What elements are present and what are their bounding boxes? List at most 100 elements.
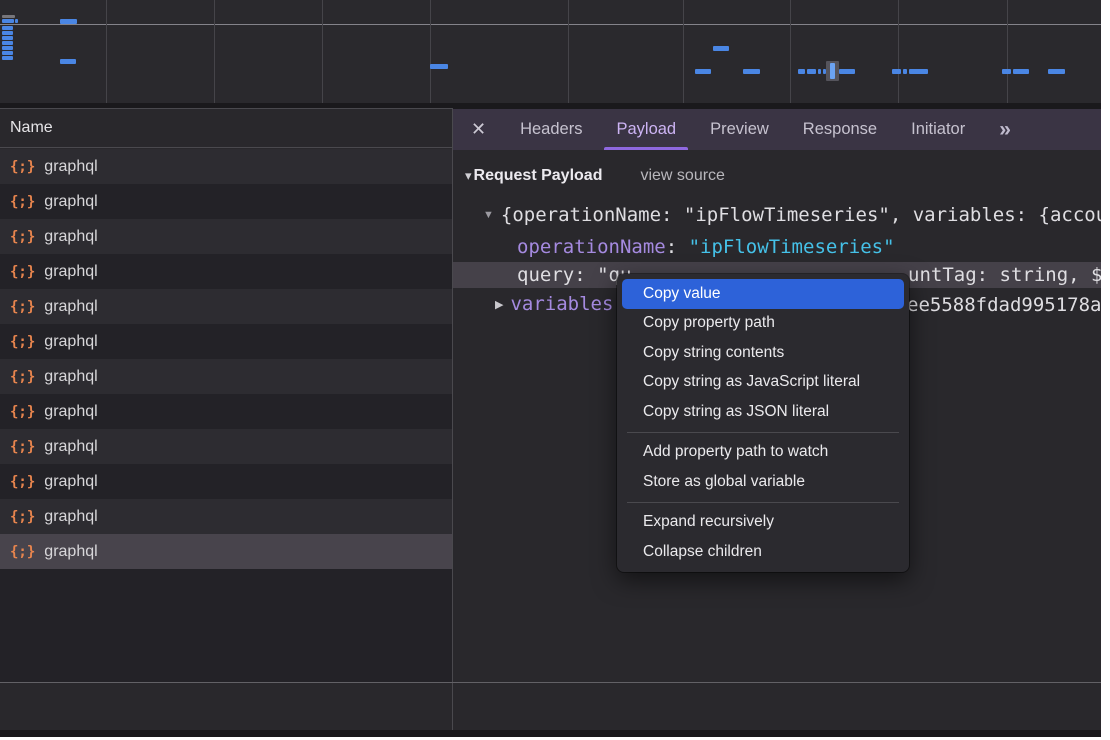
network-bar	[743, 69, 760, 74]
fetch-xhr-icon: {;}	[10, 509, 35, 525]
request-name: graphql	[44, 228, 97, 246]
request-row[interactable]: {;}graphql	[0, 254, 452, 289]
network-bar	[1013, 69, 1029, 74]
tab-headers[interactable]: Headers	[520, 109, 582, 150]
json-root-row[interactable]: ▼ {operationName: "ipFlowTimeseries", va…	[483, 203, 1101, 227]
network-bar	[2, 51, 13, 55]
collapse-arrow-icon[interactable]: ▼	[483, 209, 494, 221]
network-bar	[818, 69, 821, 74]
fetch-xhr-icon: {;}	[10, 194, 35, 210]
section-title: Request Payload	[474, 167, 603, 185]
network-bar	[2, 41, 13, 45]
network-bar	[695, 69, 711, 74]
close-icon[interactable]: ✕	[471, 109, 486, 150]
timeline-gridline	[214, 0, 215, 103]
request-name: graphql	[44, 403, 97, 421]
expand-arrow-icon[interactable]: ▶	[495, 298, 503, 311]
context-menu-item[interactable]: Copy property path	[617, 309, 909, 339]
fetch-xhr-icon: {;}	[10, 439, 35, 455]
request-row[interactable]: {;} graphql	[0, 184, 452, 219]
colon: :	[666, 236, 689, 258]
fetch-xhr-icon: {;}	[10, 369, 35, 385]
request-row[interactable]: {;} graphql	[0, 429, 452, 464]
context-menu-item[interactable]: Copy string contents	[617, 338, 909, 368]
network-bar	[830, 63, 835, 79]
network-bar	[60, 19, 77, 24]
property-value: "ipFlowTimeseries"	[689, 236, 895, 258]
context-menu-item[interactable]: Copy value	[622, 279, 904, 309]
request-row[interactable]: {;}graphql	[0, 499, 452, 534]
network-bar	[2, 19, 14, 23]
more-tabs-icon[interactable]: »	[999, 118, 1009, 142]
network-bar	[839, 69, 855, 74]
timeline-horizontal-gridline	[0, 24, 1101, 25]
tab-payload[interactable]: Payload	[616, 109, 676, 150]
request-row[interactable]: {;}graphql	[0, 289, 452, 324]
context-menu-item[interactable]: Collapse children	[617, 537, 909, 567]
footer-separator	[0, 682, 1101, 683]
timeline-gridline	[683, 0, 684, 103]
network-bar	[60, 59, 76, 64]
network-bar	[903, 69, 907, 74]
network-bar	[430, 64, 448, 69]
request-row[interactable]: {;} graphql	[0, 219, 452, 254]
name-column-label: Name	[10, 119, 53, 137]
request-row[interactable]: {;}graphql	[0, 359, 452, 394]
tab-response[interactable]: Response	[803, 109, 877, 150]
request-name: graphql	[44, 473, 97, 491]
network-bar	[798, 69, 805, 74]
context-menu-item[interactable]: Copy string as JavaScript literal	[617, 368, 909, 398]
fetch-xhr-icon: {;}	[10, 159, 35, 175]
request-name: graphql	[44, 438, 97, 456]
timeline-gridline	[1007, 0, 1008, 103]
timeline-gridline	[568, 0, 569, 103]
network-bar	[2, 46, 13, 50]
section-collapse-icon[interactable]: ▾	[465, 168, 472, 184]
timeline-gridline	[430, 0, 431, 103]
view-source-link[interactable]: view source	[640, 167, 724, 185]
fetch-xhr-icon: {;}	[10, 334, 35, 350]
request-name: graphql	[44, 263, 97, 281]
request-name: graphql	[44, 298, 97, 316]
timeline-gridline	[322, 0, 323, 103]
network-bar	[909, 69, 928, 74]
property-key: operationName	[517, 236, 666, 258]
request-row[interactable]: {;}graphql	[0, 464, 452, 499]
network-bar	[2, 26, 13, 30]
tab-preview[interactable]: Preview	[710, 109, 769, 150]
request-name: graphql	[44, 193, 97, 211]
timeline-gridline	[898, 0, 899, 103]
request-payload-section[interactable]: ▾ Request Payload view source	[465, 163, 725, 189]
tab-initiator[interactable]: Initiator	[911, 109, 965, 150]
request-name: graphql	[44, 158, 97, 176]
network-bar	[2, 15, 15, 18]
network-bar	[713, 46, 729, 51]
request-row[interactable]: {;} graphql	[0, 394, 452, 429]
window-bottom-edge	[0, 730, 1101, 737]
request-row[interactable]: {;} graphql	[0, 534, 452, 569]
fetch-xhr-icon: {;}	[10, 404, 35, 420]
network-bar	[2, 31, 13, 35]
network-overview-timeline[interactable]	[0, 0, 1101, 109]
fetch-xhr-icon: {;}	[10, 229, 35, 245]
operation-name-row[interactable]: operationName: "ipFlowTimeseries"	[517, 235, 1101, 259]
devtools-window: Name {;} graphql {;} graphql {;} graphql {;} gr…	[0, 0, 1110, 740]
fetch-xhr-icon: {;}	[10, 544, 35, 560]
context-menu-item[interactable]: Store as global variable	[617, 467, 909, 497]
property-key: variables	[510, 293, 613, 315]
menu-separator	[627, 502, 899, 503]
context-menu-item[interactable]: Expand recursively	[617, 508, 909, 538]
network-bar	[1002, 69, 1011, 74]
request-row[interactable]: {;} graphql	[0, 149, 452, 184]
network-bar	[2, 56, 13, 60]
network-bar	[1048, 69, 1065, 74]
request-row[interactable]: {;}graphql	[0, 324, 452, 359]
json-root-preview: {operationName: "ipFlowTimeseries", vari…	[501, 204, 1101, 226]
query-text-right: untTag: string, $f	[908, 263, 1101, 287]
name-column-header[interactable]: Name	[0, 108, 452, 148]
context-menu-item[interactable]: Copy string as JSON literal	[617, 397, 909, 427]
request-name: graphql	[44, 543, 97, 561]
context-menu-item[interactable]: Add property path to watch	[617, 438, 909, 468]
timeline-gridline	[790, 0, 791, 103]
variables-text-right: ee5588fdad995178a0	[907, 293, 1101, 317]
